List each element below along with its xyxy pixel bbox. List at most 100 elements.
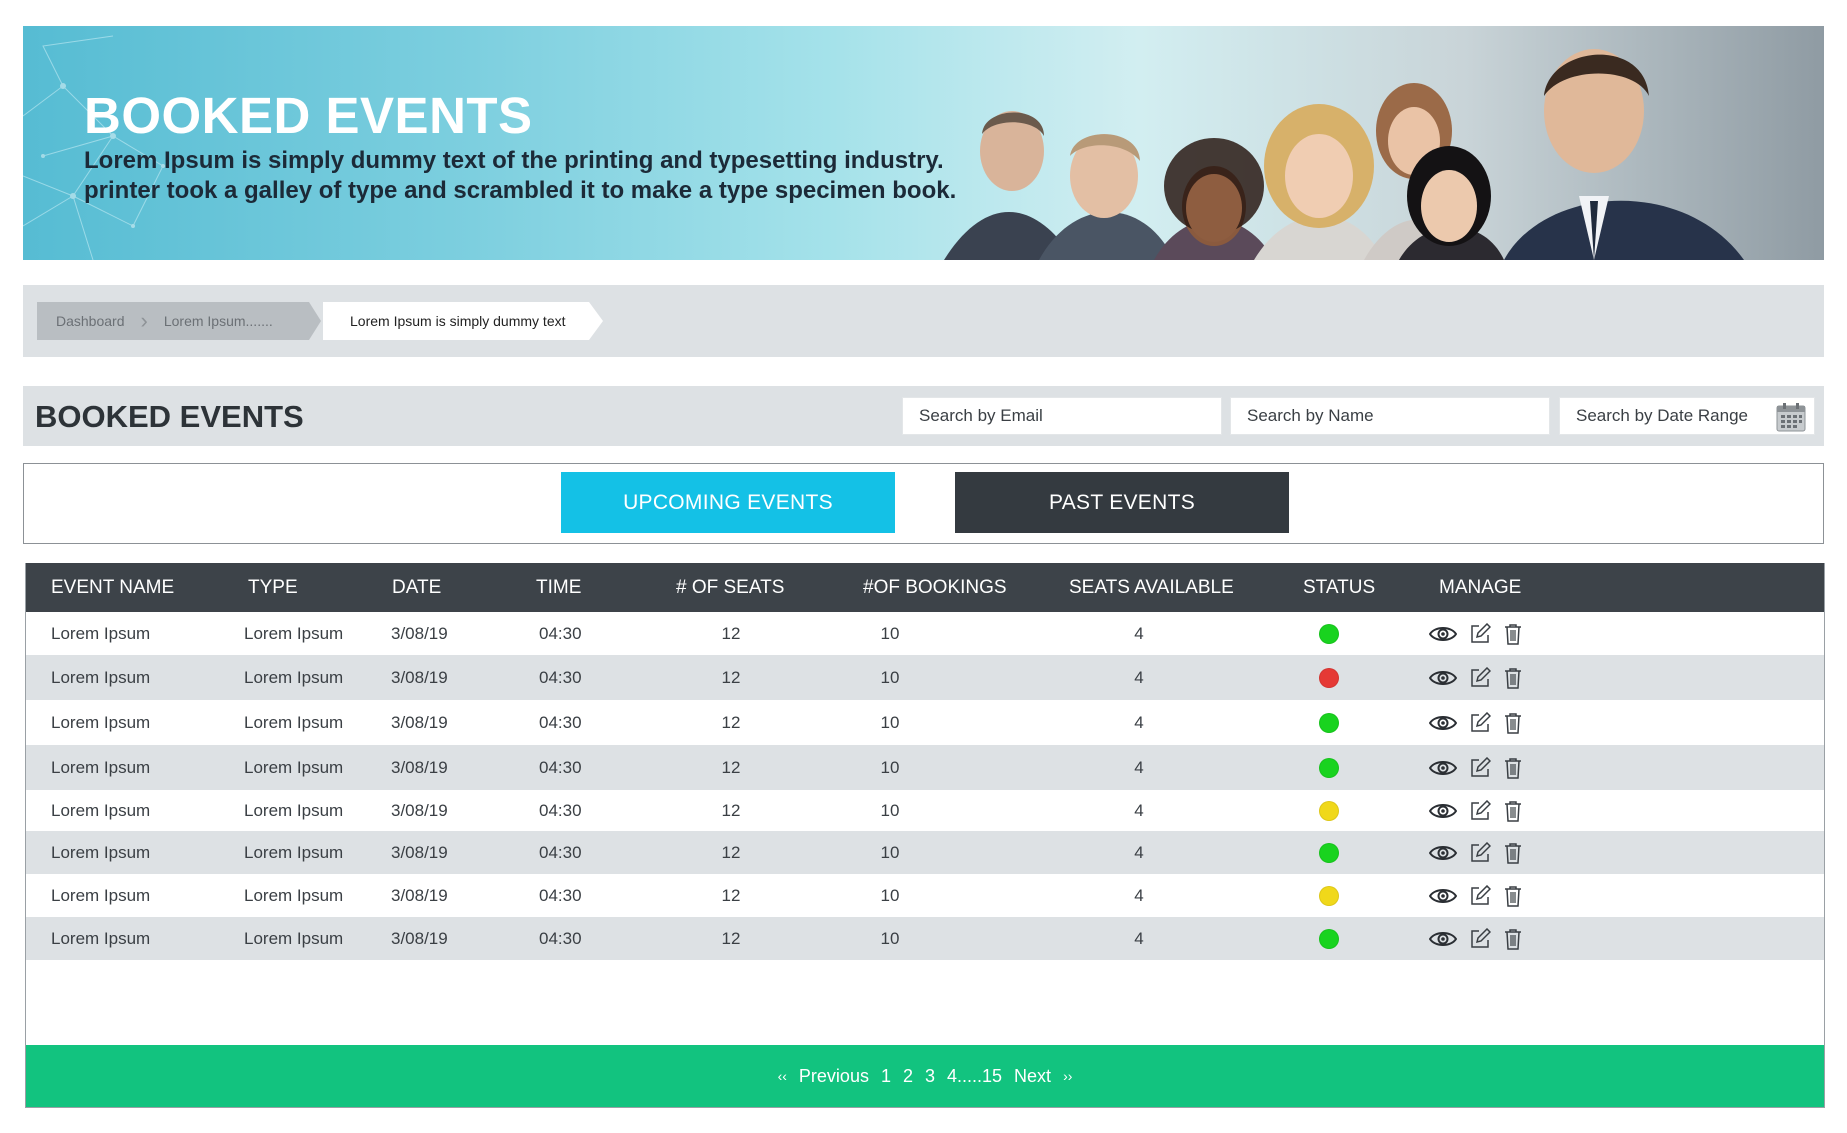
cell-time: 04:30: [539, 928, 582, 948]
edit-icon[interactable]: [1469, 711, 1491, 734]
cell-bookings: 10: [880, 757, 900, 777]
tab-past-events[interactable]: PAST EVENTS: [955, 472, 1289, 533]
status-green-dot-icon: [1319, 928, 1339, 949]
calendar-icon[interactable]: [1776, 402, 1806, 432]
cell-manage: [1429, 655, 1523, 700]
status-green-dot-icon: [1319, 712, 1339, 733]
cell-manage: [1429, 612, 1523, 655]
header-col-event-name[interactable]: EVENT NAME: [51, 563, 174, 612]
cell-time: 04:30: [539, 800, 582, 820]
cell-time: 04:30: [539, 885, 582, 905]
cell-event-name: Lorem Ipsum: [51, 757, 151, 777]
cell-time: 04:30: [539, 667, 582, 687]
pagination-page-1[interactable]: 1: [881, 1066, 891, 1087]
section-title: BOOKED EVENTS: [35, 399, 304, 434]
cell-bookings: 10: [880, 800, 900, 820]
eye-icon[interactable]: [1429, 669, 1457, 687]
trash-icon[interactable]: [1503, 667, 1523, 689]
cell-status: [1319, 745, 1339, 790]
edit-icon[interactable]: [1469, 756, 1491, 779]
team-photo: [944, 49, 1744, 260]
header-col-bookings[interactable]: #OF BOOKINGS: [863, 563, 1007, 612]
cell-manage: [1429, 874, 1523, 917]
cell-seats-available: 4: [1134, 842, 1144, 862]
cell-date: 3/08/19: [391, 757, 448, 777]
cell-type: Lorem Ipsum: [244, 623, 344, 643]
header-col-status[interactable]: STATUS: [1303, 563, 1375, 612]
eye-icon[interactable]: [1429, 625, 1457, 643]
trash-icon[interactable]: [1503, 842, 1523, 864]
cell-seats: 12: [721, 712, 741, 732]
cell-status: [1319, 612, 1339, 655]
trash-icon[interactable]: [1503, 800, 1523, 822]
header-col-date[interactable]: DATE: [392, 563, 441, 612]
double-chevron-left-icon[interactable]: ‹‹: [778, 1068, 787, 1084]
search-email-input[interactable]: Search by Email: [902, 397, 1222, 435]
eye-icon[interactable]: [1429, 714, 1457, 732]
header-col-type[interactable]: TYPE: [248, 563, 298, 612]
cell-manage: [1429, 790, 1523, 831]
edit-icon[interactable]: [1469, 799, 1491, 822]
search-email-placeholder: Search by Email: [919, 406, 1043, 425]
eye-icon[interactable]: [1429, 802, 1457, 820]
double-chevron-right-icon[interactable]: ››: [1063, 1068, 1072, 1084]
edit-icon[interactable]: [1469, 927, 1491, 950]
header-col-seats-available[interactable]: SEATS AVAILABLE: [1069, 563, 1234, 612]
cell-time: 04:30: [539, 623, 582, 643]
section-header: BOOKED EVENTS Search by Email Search by …: [23, 386, 1824, 446]
edit-icon[interactable]: [1469, 666, 1491, 689]
cell-bookings: 10: [880, 712, 900, 732]
event-tabs: UPCOMING EVENTS PAST EVENTS: [23, 463, 1824, 544]
eye-icon[interactable]: [1429, 759, 1457, 777]
edit-icon[interactable]: [1469, 884, 1491, 907]
cell-event-name: Lorem Ipsum: [51, 667, 151, 687]
pagination-next[interactable]: Next: [1014, 1066, 1051, 1087]
header-col-manage[interactable]: MANAGE: [1439, 563, 1521, 612]
pagination-previous[interactable]: Previous: [799, 1066, 869, 1087]
search-date-range-input[interactable]: Search by Date Range: [1559, 397, 1815, 435]
pagination: ‹‹ Previous 1 2 3 4.....15 Next ››: [26, 1045, 1824, 1107]
trash-icon[interactable]: [1503, 885, 1523, 907]
pagination-page-3[interactable]: 3: [925, 1066, 935, 1087]
trash-icon[interactable]: [1503, 623, 1523, 645]
status-green-dot-icon: [1319, 623, 1339, 644]
breadcrumb-item-dashboard[interactable]: Dashboard: [37, 313, 125, 329]
cell-manage: [1429, 745, 1523, 790]
cell-date: 3/08/19: [391, 842, 448, 862]
pagination-page-range[interactable]: 4.....15: [947, 1066, 1002, 1087]
cell-status: [1319, 874, 1339, 917]
cell-seats-available: 4: [1134, 800, 1144, 820]
header-col-seats[interactable]: # OF SEATS: [676, 563, 784, 612]
cell-type: Lorem Ipsum: [244, 712, 344, 732]
cell-manage: [1429, 700, 1523, 745]
cell-seats-available: 4: [1134, 757, 1144, 777]
cell-bookings: 10: [880, 842, 900, 862]
table-row: Lorem Ipsum Lorem Ipsum 3/08/19 04:30 12 10 4: [26, 700, 1824, 745]
cell-bookings: 10: [880, 885, 900, 905]
banner-title: BOOKED EVENTS: [84, 87, 533, 144]
cell-seats-available: 4: [1134, 667, 1144, 687]
eye-icon[interactable]: [1429, 887, 1457, 905]
cell-event-name: Lorem Ipsum: [51, 712, 151, 732]
hero-banner: BOOKED EVENTS Lorem Ipsum is simply dumm…: [23, 26, 1824, 260]
edit-icon[interactable]: [1469, 622, 1491, 645]
trash-icon[interactable]: [1503, 757, 1523, 779]
table-header: EVENT NAME TYPE DATE TIME # OF SEATS #OF BOOK…: [26, 563, 1824, 612]
search-date-placeholder: Search by Date Range: [1576, 406, 1748, 425]
table-row: Lorem Ipsum Lorem Ipsum 3/08/19 04:30 12 10 4: [26, 831, 1824, 874]
cell-bookings: 10: [880, 623, 900, 643]
cell-type: Lorem Ipsum: [244, 800, 344, 820]
search-name-input[interactable]: Search by Name: [1230, 397, 1550, 435]
trash-icon[interactable]: [1503, 928, 1523, 950]
header-col-time[interactable]: TIME: [536, 563, 581, 612]
cell-manage: [1429, 917, 1523, 960]
trash-icon[interactable]: [1503, 712, 1523, 734]
eye-icon[interactable]: [1429, 844, 1457, 862]
breadcrumb-item-lorem[interactable]: Lorem Ipsum.......: [164, 313, 273, 329]
tab-upcoming-events[interactable]: UPCOMING EVENTS: [561, 472, 895, 533]
pagination-page-2[interactable]: 2: [903, 1066, 913, 1087]
banner-subtitle-line-1: Lorem Ipsum is simply dummy text of the …: [84, 147, 944, 174]
eye-icon[interactable]: [1429, 930, 1457, 948]
edit-icon[interactable]: [1469, 841, 1491, 864]
cell-seats: 12: [721, 667, 741, 687]
